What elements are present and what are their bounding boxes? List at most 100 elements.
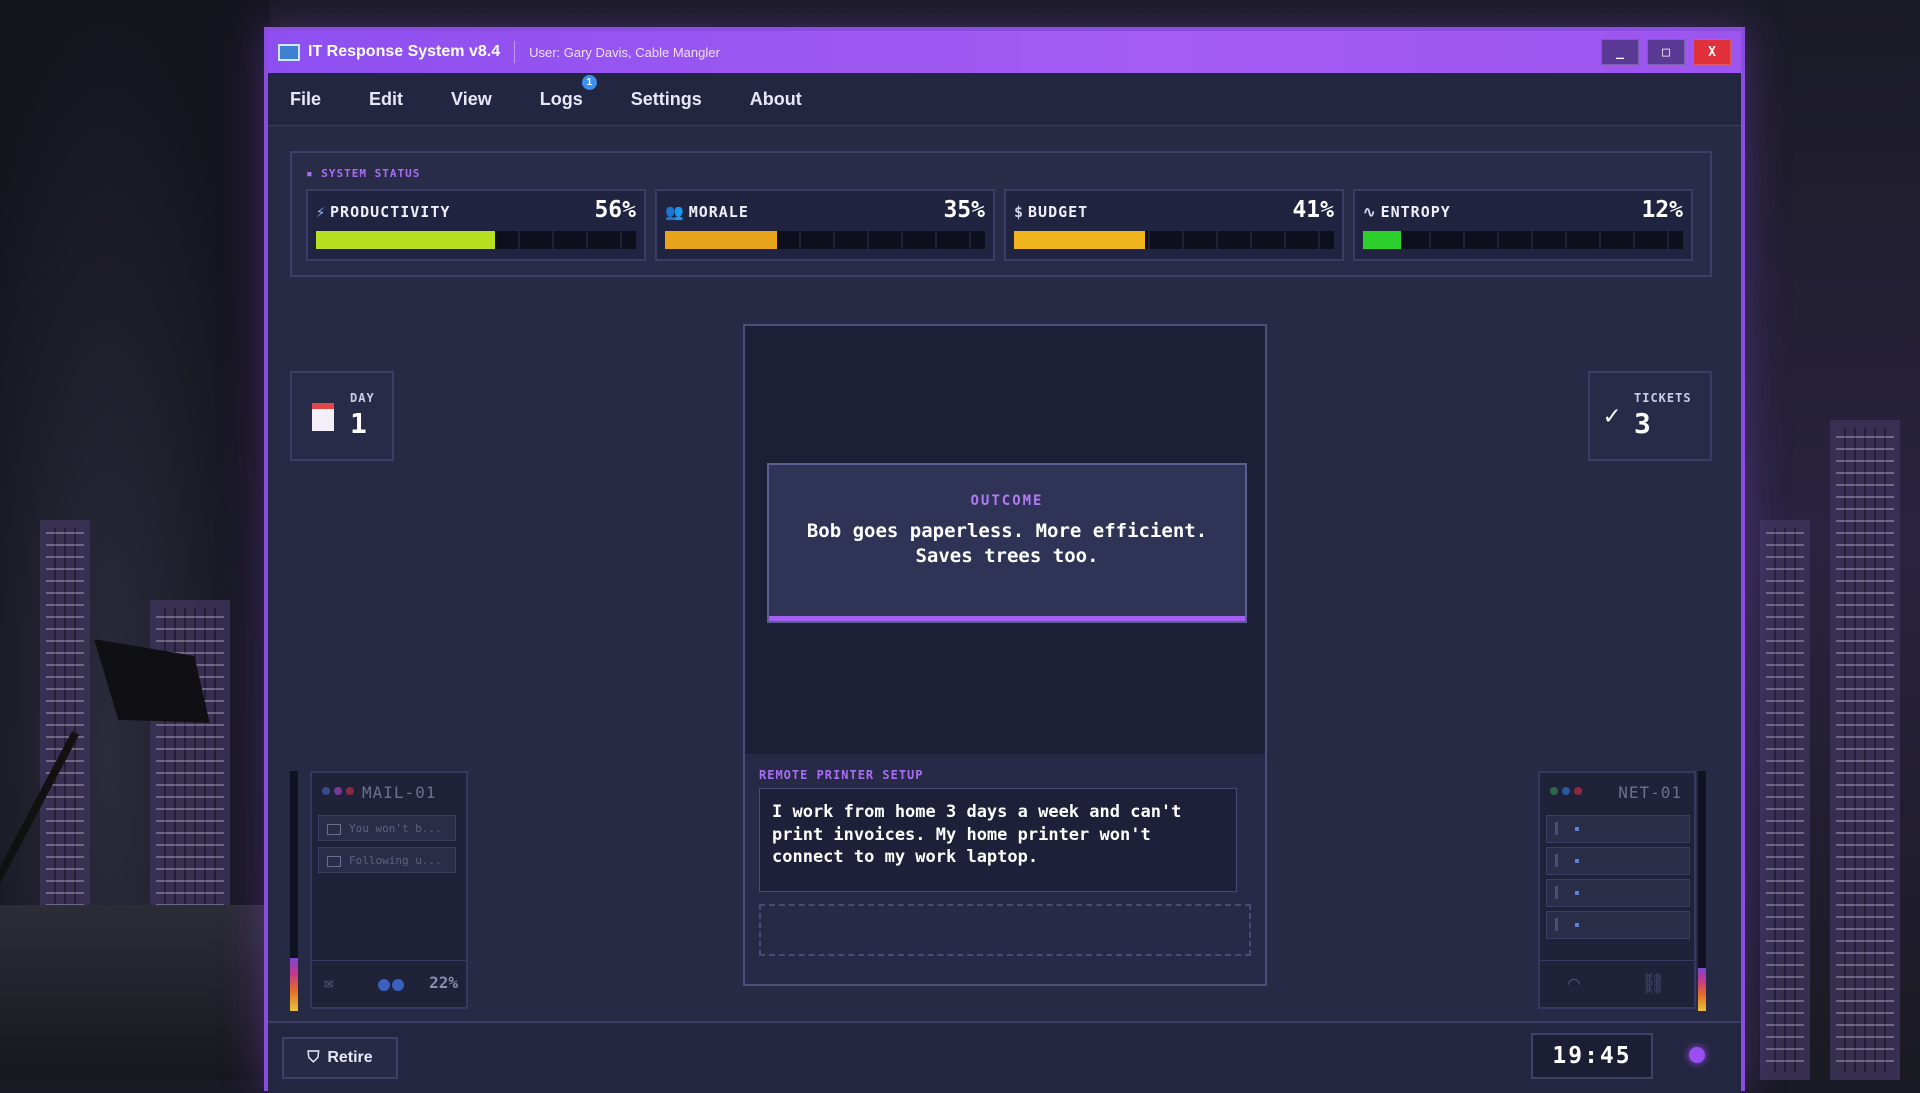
net-row: [1546, 911, 1690, 939]
status-dot: [392, 979, 404, 991]
stat-productivity-value: 56%: [594, 197, 636, 223]
ticket-body: I work from home 3 days a week and can't…: [759, 788, 1237, 892]
outcome-text: Bob goes paperless. More efficient. Save…: [806, 520, 1208, 567]
day-label: DAY: [350, 391, 375, 405]
day-counter: DAY 1: [290, 371, 394, 461]
dollar-icon: $: [1014, 203, 1025, 221]
mail-meter-fill: [290, 958, 298, 1011]
menu-about[interactable]: About: [750, 89, 802, 110]
response-drop-zone[interactable]: [759, 904, 1251, 956]
system-status-panel: ▪ SYSTEM STATUS ⚡ PRODUCTIVITY 56% 👥 MORAL…: [290, 151, 1712, 277]
stat-morale-value: 35%: [943, 197, 985, 223]
status-dot: [322, 787, 330, 795]
window-title: IT Response System v8.4: [308, 43, 501, 60]
net-device-name: NET-01: [1618, 783, 1682, 802]
net-device-header: NET-01: [1540, 781, 1694, 802]
net-row: [1546, 879, 1690, 907]
mail-device-name: MAIL-01: [362, 783, 437, 802]
menu-logs[interactable]: Logs 1: [539, 74, 597, 110]
mail-meter: [290, 771, 298, 1011]
menu-bar: File Edit View Logs 1 Settings About: [268, 73, 1741, 126]
stat-budget-bar: [1014, 231, 1334, 249]
status-dot: [378, 979, 390, 991]
stat-entropy-value: 12%: [1641, 197, 1683, 223]
wifi-icon: ◠: [1568, 971, 1581, 995]
net-device-footer: ◠ ⛓: [1540, 960, 1694, 1007]
net-meter-fill: [1698, 967, 1706, 1011]
maximize-button[interactable]: □: [1647, 39, 1685, 65]
mail-device-footer: ✉ 22%: [312, 960, 466, 1007]
mail-device[interactable]: MAIL-01 You won't b... Following u... ✉ …: [310, 771, 468, 1009]
stat-productivity: ⚡ PRODUCTIVITY 56%: [306, 189, 646, 261]
stat-productivity-name: ⚡ PRODUCTIVITY: [316, 203, 451, 221]
mail-row[interactable]: You won't b...: [318, 815, 456, 841]
day-value: 1: [350, 407, 367, 440]
ticket-card: REMOTE PRINTER SETUP I work from home 3 …: [743, 754, 1267, 986]
stat-entropy: ∿ ENTROPY 12%: [1353, 189, 1693, 261]
stat-morale-fill: [665, 231, 777, 249]
status-dot: [346, 787, 354, 795]
outcome-label: OUTCOME: [970, 493, 1044, 509]
people-icon: 👥: [665, 203, 685, 221]
close-button[interactable]: X: [1693, 39, 1731, 65]
stat-productivity-fill: [316, 231, 496, 249]
mail-row[interactable]: Following u...: [318, 847, 456, 873]
system-status-label: ▪ SYSTEM STATUS: [306, 167, 421, 180]
stat-morale: 👥 MORALE 35%: [655, 189, 995, 261]
retire-label: Retire: [327, 1049, 373, 1066]
stat-productivity-bar: [316, 231, 636, 249]
mail-device-header: MAIL-01: [312, 781, 466, 802]
scene-viewport: OUTCOME Bob goes paperless. More efficie…: [743, 324, 1267, 758]
envelope-icon: ✉: [324, 973, 334, 992]
logs-badge: 1: [581, 74, 597, 90]
monitor-icon: [278, 43, 300, 61]
stat-morale-bar: [665, 231, 985, 249]
ticket-title: REMOTE PRINTER SETUP: [759, 768, 924, 782]
menu-file[interactable]: File: [290, 89, 321, 110]
stat-budget: $ BUDGET 41%: [1004, 189, 1344, 261]
stat-entropy-fill: [1363, 231, 1402, 249]
checkmark-icon: ✓: [1604, 401, 1620, 431]
title-bar[interactable]: IT Response System v8.4 User: Gary Davis…: [268, 31, 1741, 73]
status-dot: [1574, 787, 1582, 795]
desk-surface: [0, 905, 270, 1080]
status-dot: [334, 787, 342, 795]
status-dot: [1562, 787, 1570, 795]
mail-percent: 22%: [429, 973, 458, 992]
clock: 19:45: [1531, 1033, 1653, 1079]
stat-budget-value: 41%: [1292, 197, 1334, 223]
net-device[interactable]: NET-01 ◠ ⛓: [1538, 771, 1696, 1009]
menu-view[interactable]: View: [451, 89, 492, 110]
menu-settings[interactable]: Settings: [631, 89, 702, 110]
stat-budget-fill: [1014, 231, 1146, 249]
user-label: User: Gary Davis, Cable Mangler: [529, 44, 720, 60]
menu-edit[interactable]: Edit: [369, 89, 403, 110]
app-window: IT Response System v8.4 User: Gary Davis…: [264, 27, 1745, 1093]
menu-logs-label: Logs: [539, 88, 583, 109]
retire-button[interactable]: ⛉ Retire: [282, 1037, 398, 1079]
calendar-icon: [312, 403, 334, 431]
shield-icon: ⛉: [307, 1049, 320, 1066]
status-dot: [1550, 787, 1558, 795]
net-meter: [1698, 771, 1706, 1011]
lightning-icon: ⚡: [316, 203, 327, 221]
title-separator: [514, 41, 516, 63]
background-building: [1830, 420, 1900, 1080]
stat-morale-name: 👥 MORALE: [665, 203, 749, 221]
outcome-card: OUTCOME Bob goes paperless. More efficie…: [767, 463, 1247, 623]
tickets-value: 3: [1634, 407, 1651, 440]
minimize-button[interactable]: _: [1601, 39, 1639, 65]
pulse-icon: ∿: [1363, 203, 1377, 221]
background-building: [1760, 520, 1810, 1080]
stat-entropy-bar: [1363, 231, 1683, 249]
status-indicator-dot: [1689, 1047, 1705, 1063]
tickets-label: TICKETS: [1634, 391, 1692, 405]
bottom-bar: ⛉ Retire 19:45: [268, 1021, 1741, 1093]
net-row: [1546, 815, 1690, 843]
net-row: [1546, 847, 1690, 875]
tickets-counter: ✓ TICKETS 3: [1588, 371, 1712, 461]
stat-budget-name: $ BUDGET: [1014, 203, 1089, 221]
window-controls: _ □ X: [1601, 39, 1731, 65]
network-icon: ⛓: [1640, 971, 1666, 995]
outcome-progress-bar: [769, 616, 1245, 621]
